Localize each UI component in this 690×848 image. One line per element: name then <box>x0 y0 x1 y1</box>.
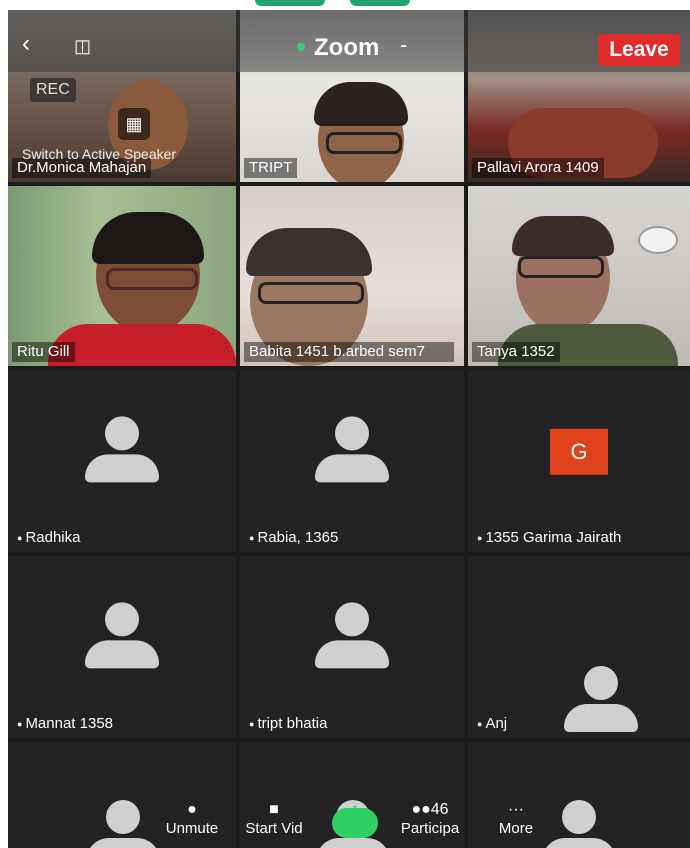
recording-badge: REC <box>30 78 76 102</box>
participant-name: ● Mannat 1358 <box>17 714 114 732</box>
video-feed <box>468 186 690 366</box>
muted-mic-icon: ● <box>249 533 255 543</box>
user-avatar-icon <box>564 666 638 738</box>
grid-view-icon[interactable]: ▦ <box>118 108 150 140</box>
participant-name: Ritu Gill <box>12 342 75 362</box>
leave-button[interactable]: Leave <box>598 34 680 66</box>
more-button[interactable]: ··· More <box>486 800 546 837</box>
back-arrow-icon[interactable]: ‹ <box>22 32 30 56</box>
secure-indicator-icon <box>297 43 305 51</box>
participant-tile-radhika[interactable]: ● Radhika <box>8 370 236 552</box>
muted-mic-icon: ● <box>477 719 483 729</box>
participant-name: TRIPT <box>244 158 298 178</box>
participant-name: Babita 1451 b.arbed sem7 <box>244 342 454 362</box>
participants-button[interactable]: ●●46 Participa <box>390 800 470 837</box>
start-video-button[interactable]: ■ Start Vid <box>232 800 316 837</box>
participant-tile-tript-bhatia[interactable]: ● tript bhatia <box>240 556 464 738</box>
page-top-strip <box>0 0 690 10</box>
share-button[interactable]: ↑ Share <box>326 800 384 837</box>
video-tile-ritu[interactable]: Ritu Gill <box>8 186 236 366</box>
zoom-meeting-screen: Dr.Monica Mahajan TRIPT Pallavi Arora 14… <box>8 10 690 848</box>
speaker-icon[interactable]: ◫ <box>74 36 91 57</box>
meeting-toolbar: ● Unmute ■ Start Vid ↑ Share ●●46 Partic… <box>8 800 690 848</box>
chevron-down-icon[interactable]: - <box>400 32 407 58</box>
microphone-icon: ● <box>187 801 197 818</box>
unmute-button[interactable]: ● Unmute <box>152 800 232 837</box>
video-tile-babita[interactable]: Babita 1451 b.arbed sem7 <box>240 186 464 366</box>
share-arrow-icon: ↑ <box>351 801 359 818</box>
decoration <box>350 0 410 6</box>
participant-name: ● Rabia, 1365 <box>249 528 339 546</box>
decoration <box>255 0 325 6</box>
user-avatar-icon <box>85 416 159 488</box>
participant-name: Pallavi Arora 1409 <box>472 158 604 178</box>
participants-count: 46 <box>430 801 449 818</box>
participant-tile-mannat[interactable]: ● Mannat 1358 <box>8 556 236 738</box>
participant-name: ● tript bhatia <box>249 714 328 732</box>
user-avatar-icon <box>315 416 389 488</box>
video-tile-tanya[interactable]: Tanya 1352 <box>468 186 690 366</box>
participant-name: ● Anj <box>477 714 508 732</box>
meeting-title[interactable]: Zoom <box>314 34 379 62</box>
video-feed <box>8 186 236 366</box>
participant-tile-anj[interactable]: ● Anj <box>468 556 690 738</box>
video-feed <box>240 186 464 366</box>
muted-mic-icon: ● <box>477 533 483 543</box>
switch-active-speaker-label[interactable]: Switch to Active Speaker <box>22 146 176 162</box>
meeting-top-bar: ‹ ◫ Zoom - Leave <box>8 10 690 72</box>
more-dots-icon: ··· <box>508 801 524 818</box>
letter-avatar: G <box>550 428 608 475</box>
user-avatar-icon <box>315 602 389 674</box>
participant-name: ● Radhika <box>17 528 81 546</box>
participant-tile-rabia[interactable]: ● Rabia, 1365 <box>240 370 464 552</box>
muted-mic-icon: ● <box>249 719 255 729</box>
video-camera-icon: ■ <box>269 801 279 818</box>
muted-mic-icon: ● <box>17 533 23 543</box>
participants-icon: ●●46 <box>411 801 449 818</box>
user-avatar-icon <box>85 602 159 674</box>
participant-name: Tanya 1352 <box>472 342 560 362</box>
participant-name: ● 1355 Garima Jairath <box>477 528 622 546</box>
muted-mic-icon: ● <box>17 719 23 729</box>
participant-tile-garima[interactable]: G ● 1355 Garima Jairath <box>468 370 690 552</box>
